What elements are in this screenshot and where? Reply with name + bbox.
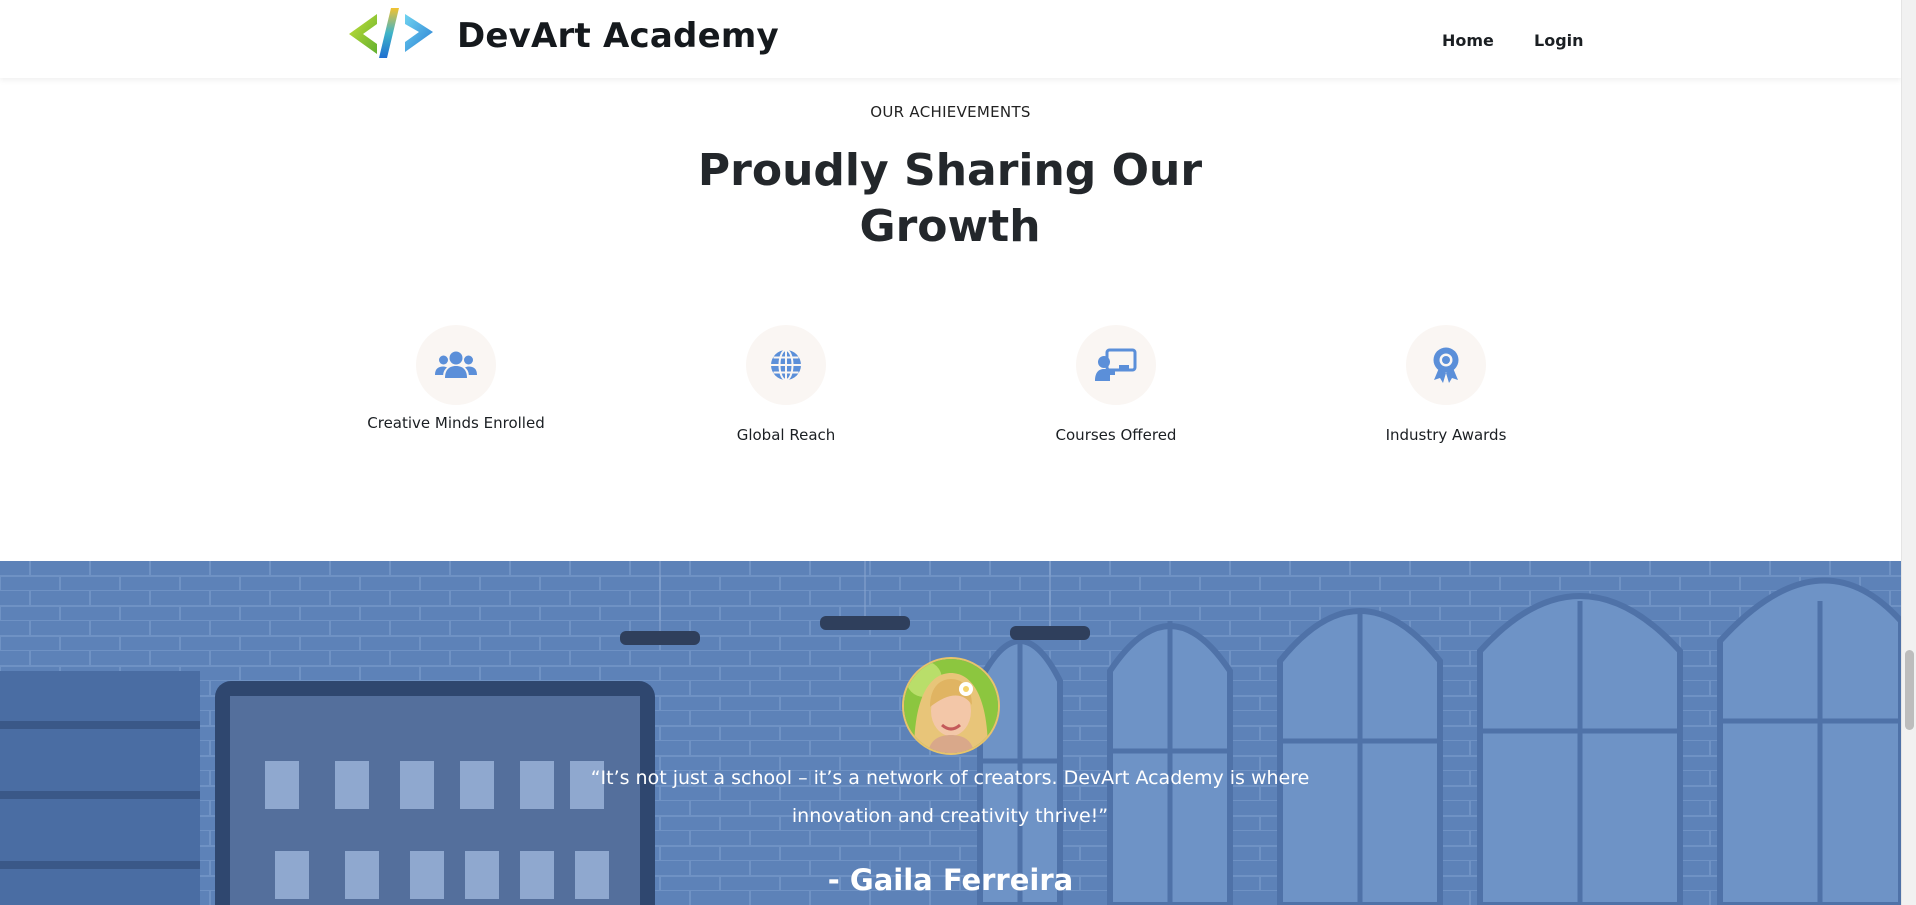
testimonial-quote: “It’s not just a school – it’s a network… xyxy=(590,767,1310,827)
section-eyebrow: OUR ACHIEVEMENTS xyxy=(870,103,1031,121)
stat-icon-circle xyxy=(1076,325,1156,405)
stat-label: Creative Minds Enrolled xyxy=(367,414,545,432)
page-scrollbar[interactable] xyxy=(1901,0,1916,905)
nav-login-link[interactable]: Login xyxy=(1534,31,1584,50)
chalkboard-teacher-icon xyxy=(1095,348,1137,381)
brand-name[interactable]: DevArt Academy xyxy=(457,16,779,56)
stat-label: Global Reach xyxy=(736,426,836,444)
stat-label: Industry Awards xyxy=(1385,426,1507,444)
code-brackets-logo-icon[interactable] xyxy=(347,6,435,58)
section-title: Proudly Sharing Our Growth xyxy=(697,145,1203,252)
globe-icon xyxy=(771,349,801,381)
site-header: DevArt Academy Home Login xyxy=(0,0,1901,78)
testimonial-author: - Gaila Ferreira xyxy=(827,863,1074,897)
stat-label: Courses Offered xyxy=(1055,426,1177,444)
author-avatar xyxy=(902,657,1000,755)
testimonial-section: “It’s not just a school – it’s a network… xyxy=(0,561,1901,905)
stat-icon-circle xyxy=(1406,325,1486,405)
stat-icon-circle xyxy=(746,325,826,405)
scrollbar-thumb[interactable] xyxy=(1905,650,1914,730)
nav-home-link[interactable]: Home xyxy=(1442,31,1494,50)
award-icon xyxy=(1433,347,1459,383)
stat-icon-circle xyxy=(416,325,496,405)
users-icon xyxy=(435,351,477,378)
avatar-portrait-image xyxy=(904,659,998,753)
